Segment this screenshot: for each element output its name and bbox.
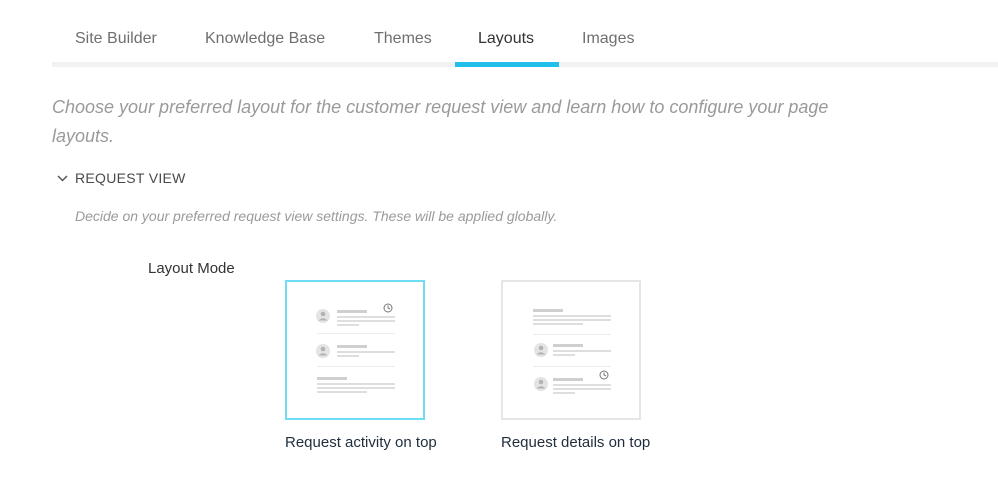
tab-layouts[interactable]: Layouts xyxy=(478,30,534,48)
layout-option-activity-on-top[interactable]: Request activity on top xyxy=(285,280,437,451)
layout-preview-details-top xyxy=(533,309,611,394)
layout-option-label: Request activity on top xyxy=(285,434,437,451)
tab-knowledge-base[interactable]: Knowledge Base xyxy=(205,30,325,48)
section-description: Decide on your preferred request view se… xyxy=(75,208,558,224)
tab-site-builder[interactable]: Site Builder xyxy=(75,30,157,48)
layout-preview-card[interactable] xyxy=(285,280,425,420)
chevron-down-icon xyxy=(56,172,69,185)
clock-icon xyxy=(599,370,609,380)
layout-option-details-on-top[interactable]: Request details on top xyxy=(501,280,650,451)
user-avatar-icon xyxy=(534,377,548,391)
tab-bar: Site Builder Knowledge Base Themes Layou… xyxy=(52,0,998,68)
page-intro: Choose your preferred layout for the cus… xyxy=(52,97,829,146)
user-avatar-icon xyxy=(534,343,548,357)
layout-preview-activity-top xyxy=(316,303,395,393)
layout-preview-card[interactable] xyxy=(501,280,641,420)
section-title: REQUEST VIEW xyxy=(75,170,186,186)
layout-option-label: Request details on top xyxy=(501,434,651,451)
user-avatar-icon xyxy=(316,309,330,323)
layout-mode-label: Layout Mode xyxy=(148,260,235,277)
tab-images[interactable]: Images xyxy=(582,30,634,48)
user-avatar-icon xyxy=(316,344,330,358)
clock-icon xyxy=(383,303,393,313)
active-tab-indicator xyxy=(455,62,559,67)
request-view-section-toggle[interactable]: REQUEST VIEW xyxy=(56,168,186,188)
tab-themes[interactable]: Themes xyxy=(374,30,432,48)
